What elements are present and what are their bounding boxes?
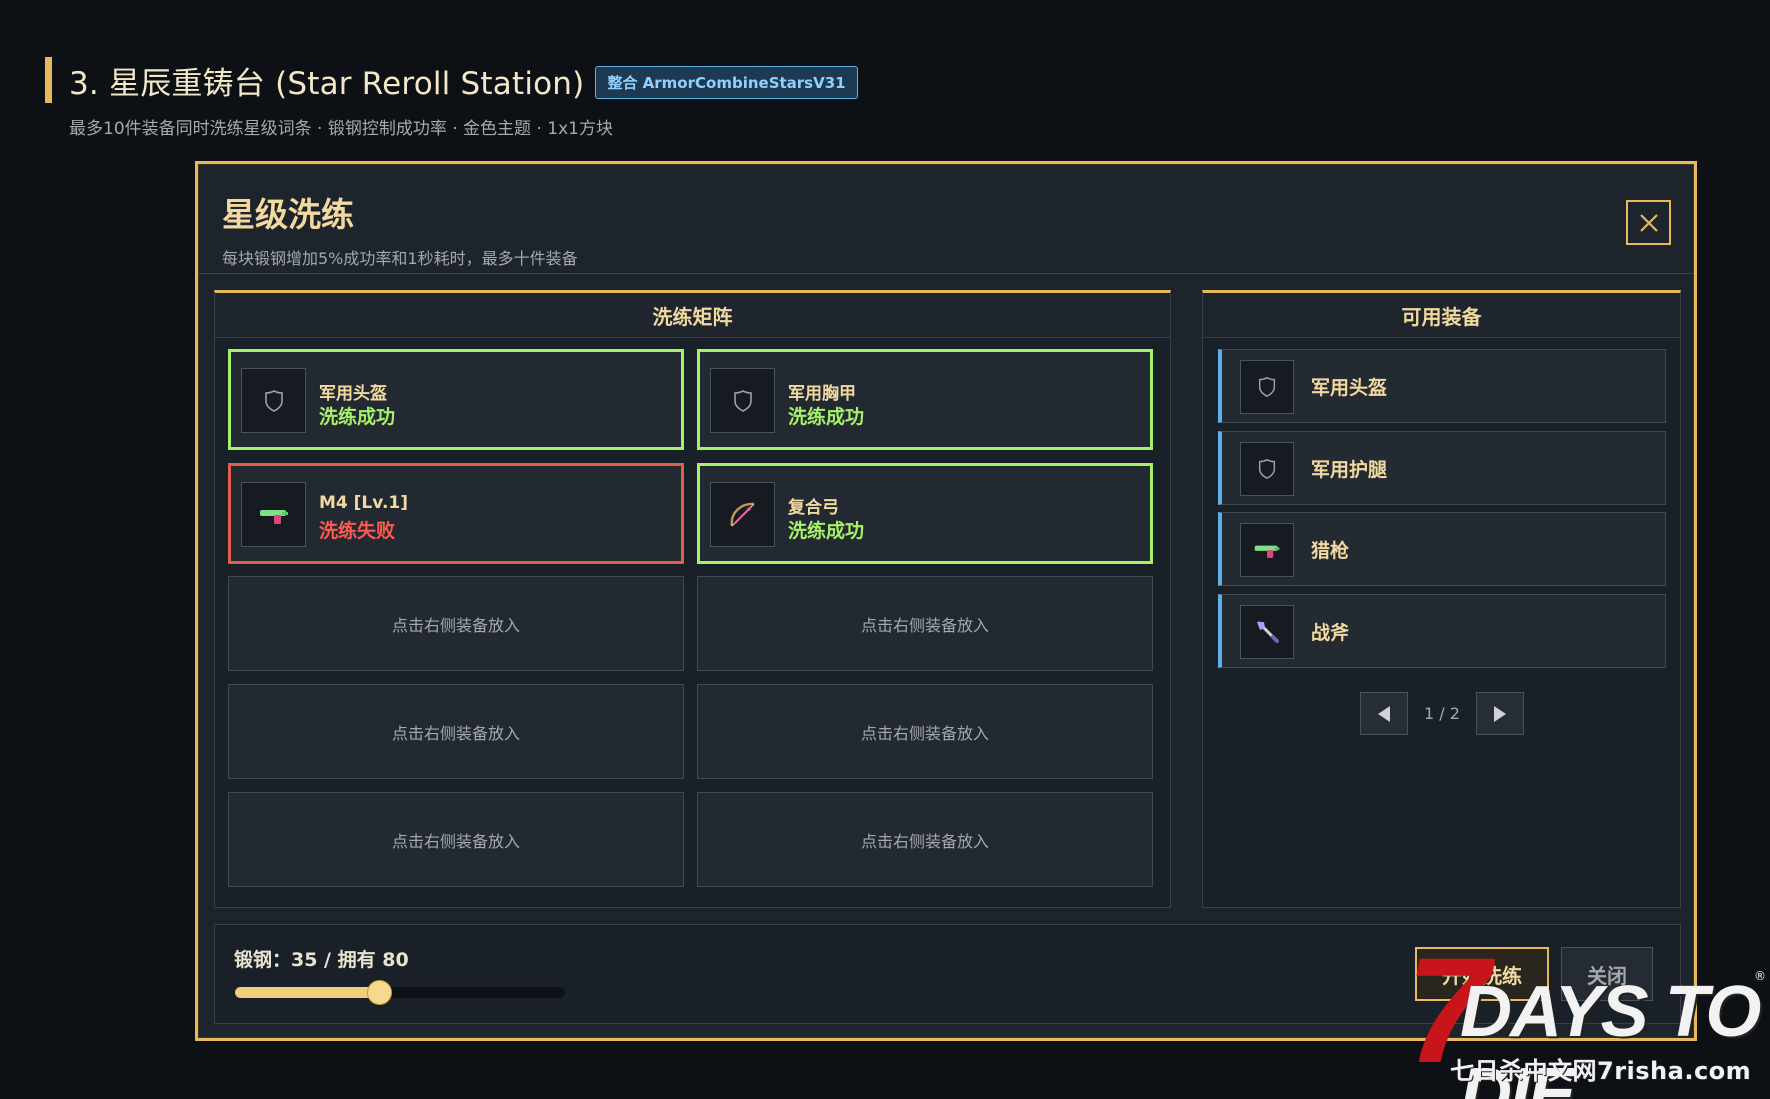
equip-icon-frame <box>1240 360 1294 414</box>
slot-item-name: 军用头盔 <box>319 384 387 404</box>
equipment-pager: 1 / 2 <box>1360 692 1524 735</box>
steel-slider[interactable] <box>235 980 565 1005</box>
equipment-item-name: 军用头盔 <box>1311 377 1388 399</box>
empty-slot-label: 点击右侧装备放入 <box>391 723 520 743</box>
equip-icon-frame <box>1240 605 1294 659</box>
matrix-panel-title: 洗练矩阵 <box>215 293 1170 338</box>
matrix-slot[interactable]: 军用头盔 洗练成功 <box>228 349 684 450</box>
page-title: 3. 星辰重铸台 (Star Reroll Station) <box>69 65 585 102</box>
equipment-item-name: 军用护腿 <box>1311 459 1388 481</box>
slot-icon-frame <box>241 482 306 547</box>
logo-registered-mark: ® <box>1754 969 1766 983</box>
slot-status: 洗练成功 <box>788 406 865 428</box>
empty-slot-label: 点击右侧装备放入 <box>860 723 989 743</box>
slot-icon-frame <box>710 482 775 547</box>
steel-slider-thumb[interactable] <box>367 980 393 1005</box>
slot-item-name: 军用胸甲 <box>788 384 856 404</box>
matrix-slot[interactable]: 军用胸甲 洗练成功 <box>697 349 1153 450</box>
empty-slot[interactable]: 点击右侧装备放入 <box>228 684 684 779</box>
available-equipment-panel: 可用装备 军用头盔 军用护腿 猎枪 战斧 1 / 2 <box>1202 290 1681 908</box>
empty-slot-label: 点击右侧装备放入 <box>391 615 520 635</box>
gun-icon <box>1254 545 1280 558</box>
equip-icon-frame <box>1240 523 1294 577</box>
equipment-item[interactable]: 军用护腿 <box>1218 431 1666 505</box>
matrix-slot[interactable]: M4 [Lv.1] 洗练失败 <box>228 463 684 564</box>
equipment-item[interactable]: 军用头盔 <box>1218 349 1666 423</box>
empty-slot[interactable]: 点击右侧装备放入 <box>697 792 1153 887</box>
matrix-slot[interactable]: 复合弓 洗练成功 <box>697 463 1153 564</box>
prev-page-button[interactable] <box>1360 692 1408 735</box>
triangle-right-icon <box>1493 705 1506 722</box>
dialog-title: 星级洗练 <box>222 195 354 234</box>
page-subtitle: 最多10件装备同时洗练星级词条 · 锻钢控制成功率 · 金色主题 · 1x1方块 <box>69 119 613 139</box>
equipment-item-name: 战斧 <box>1311 622 1350 644</box>
empty-slot[interactable]: 点击右侧装备放入 <box>697 684 1153 779</box>
dialog-header: 星级洗练 每块锻钢增加5%成功率和1秒耗时，最多十件装备 <box>198 164 1694 274</box>
bow-icon <box>730 502 754 526</box>
reroll-matrix-panel: 洗练矩阵 军用头盔 洗练成功 军用胸甲 洗练成功 M4 [Lv.1] 洗练失败 … <box>214 290 1171 908</box>
equipment-item-name: 猎枪 <box>1311 540 1350 562</box>
triangle-left-icon <box>1378 705 1390 722</box>
reroll-dialog: 星级洗练 每块锻钢增加5%成功率和1秒耗时，最多十件装备 洗练矩阵 军用头盔 洗… <box>195 161 1697 1041</box>
slot-status: 洗练成功 <box>788 520 865 542</box>
slot-icon-frame <box>241 368 306 433</box>
shield-icon <box>1258 377 1276 397</box>
equipment-item[interactable]: 猎枪 <box>1218 512 1666 586</box>
shield-icon <box>733 389 752 412</box>
equipment-item[interactable]: 战斧 <box>1218 594 1666 668</box>
logo-site-name: 七日杀中文网7risha.com <box>1450 1057 1752 1085</box>
next-page-button[interactable] <box>1475 692 1524 735</box>
7dtd-watermark-logo: 7 DAYS TO DIE ® 七日杀中文网7risha.com <box>1402 935 1770 1099</box>
dialog-description: 每块锻钢增加5%成功率和1秒耗时，最多十件装备 <box>222 249 578 268</box>
shield-icon <box>264 389 283 412</box>
integration-badge: 整合 ArmorCombineStarsV31 <box>595 65 858 99</box>
shield-icon <box>1258 459 1276 479</box>
empty-slot[interactable]: 点击右侧装备放入 <box>228 792 684 887</box>
equip-icon-frame <box>1240 442 1294 496</box>
empty-slot-label: 点击右侧装备放入 <box>860 615 989 635</box>
close-icon <box>1639 213 1658 232</box>
slot-icon-frame <box>710 368 775 433</box>
slot-item-name: 复合弓 <box>788 498 839 518</box>
equipment-panel-title: 可用装备 <box>1203 293 1680 338</box>
slot-status: 洗练成功 <box>319 406 396 428</box>
empty-slot-label: 点击右侧装备放入 <box>860 831 989 851</box>
page-indicator: 1 / 2 <box>1424 704 1460 723</box>
empty-slot[interactable]: 点击右侧装备放入 <box>228 576 684 671</box>
steel-label: 锻钢：35 / 拥有 80 <box>234 949 409 971</box>
dialog-close-button[interactable] <box>1626 200 1671 245</box>
gun-icon <box>259 509 288 524</box>
slot-status: 洗练失败 <box>319 520 396 542</box>
axe-icon <box>1257 621 1279 643</box>
steel-slider-fill <box>235 987 380 998</box>
empty-slot[interactable]: 点击右侧装备放入 <box>697 576 1153 671</box>
section-heading: 3. 星辰重铸台 (Star Reroll Station) 整合 ArmorC… <box>45 57 858 103</box>
slot-item-name: M4 [Lv.1] <box>319 493 409 513</box>
empty-slot-label: 点击右侧装备放入 <box>391 831 520 851</box>
